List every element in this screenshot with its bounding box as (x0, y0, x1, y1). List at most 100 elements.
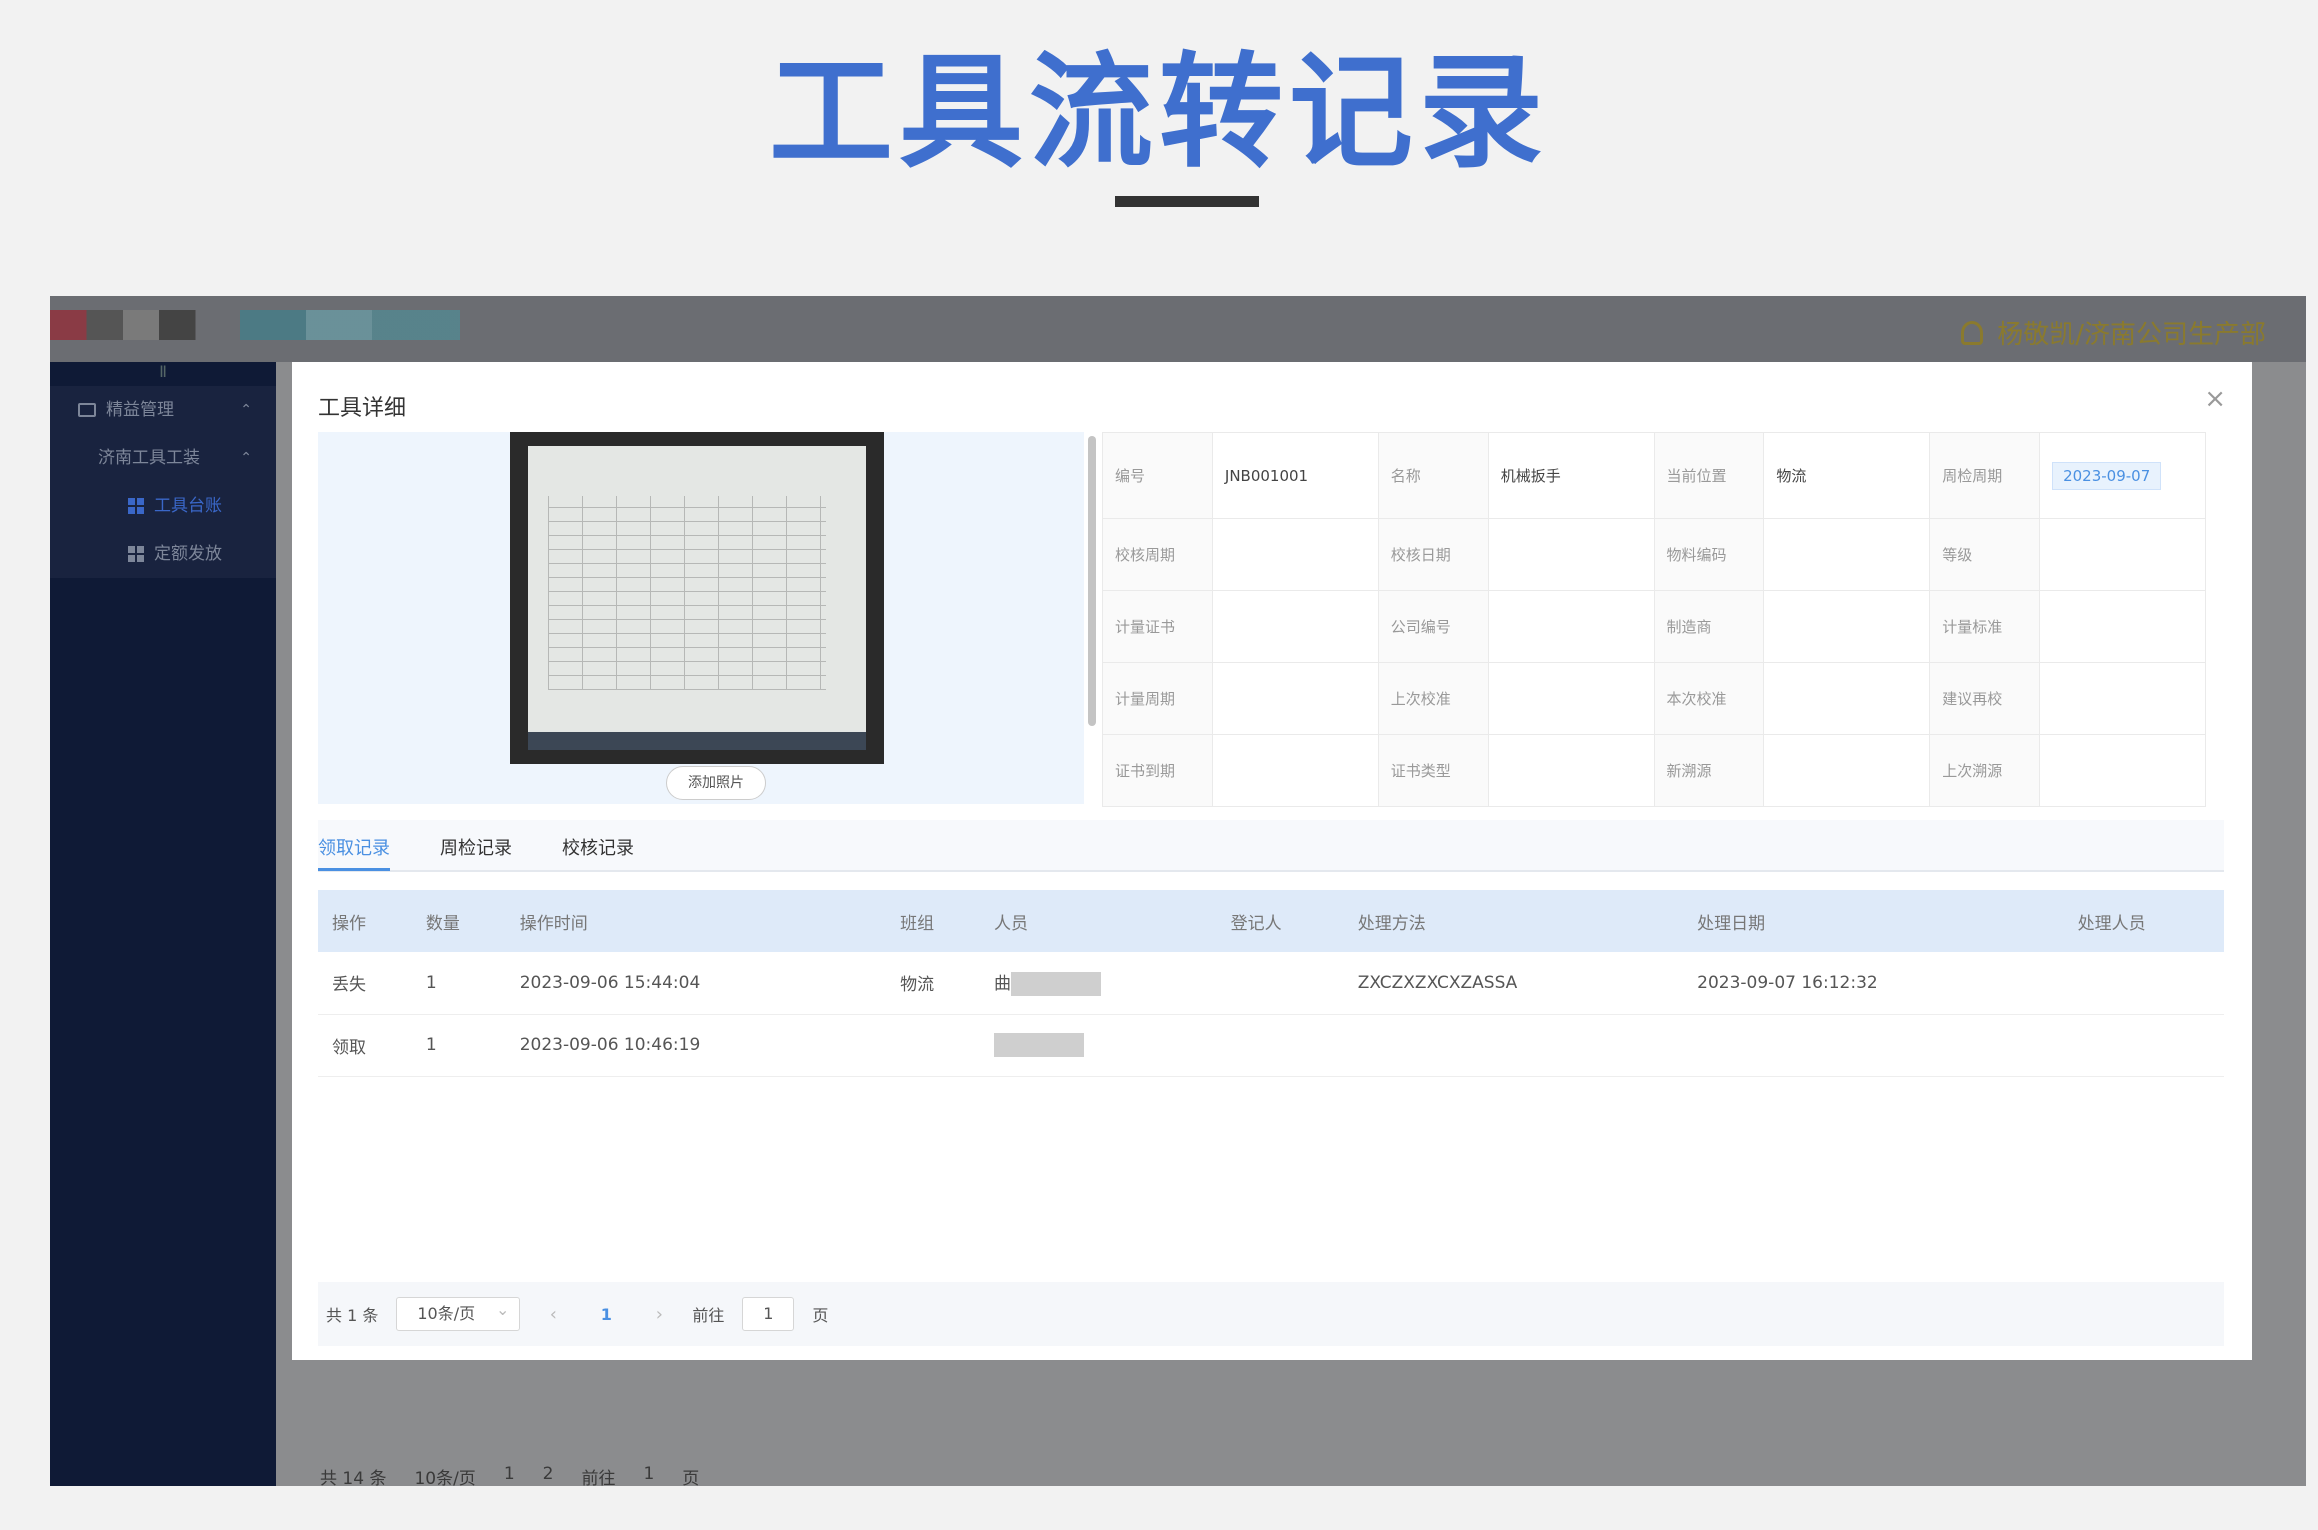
table-cell: 物流 (886, 952, 981, 1015)
cell-text: ZXCZXZXCXZASSA (1357, 972, 1518, 993)
info-value (1211, 734, 1379, 807)
hero-divider (1115, 196, 1259, 207)
cell-text: 领取 (332, 1037, 366, 1058)
user-menu[interactable]: 杨敬凯/济南公司生产部 (1961, 314, 2266, 351)
info-label: 校核日期 (1377, 518, 1489, 591)
cell-text: 1 (425, 1035, 437, 1055)
hero-title: 工具流转记录 (768, 41, 1549, 185)
cell-text: 曲 (994, 974, 1012, 995)
info-label: 计量证书 (1102, 590, 1213, 663)
sidebar-item-label: 工具台账 (154, 496, 222, 516)
info-value (1487, 590, 1655, 663)
bg-total: 共 14 条 (320, 1469, 387, 1486)
record-tabs: 领取记录 周检记录 校核记录 (318, 820, 2224, 872)
bg-page-1: 1 (503, 1464, 515, 1484)
tab-verification-records[interactable]: 校核记录 (562, 834, 634, 860)
column-header: 班组 (886, 890, 981, 952)
bg-page-unit: 页 (682, 1469, 700, 1486)
cell-text: 2023-09-07 16:12:32 (1697, 972, 1878, 993)
table-cell (1216, 952, 1344, 1015)
table-cell: 2023-09-06 10:46:19 (505, 1014, 887, 1077)
close-icon[interactable]: × (2204, 384, 2226, 414)
sidebar-item-lean[interactable]: 精益管理 ⌃ (50, 386, 276, 434)
add-photo-button[interactable]: 添加照片 (666, 766, 766, 800)
table-cell (886, 1014, 981, 1077)
photo-panel: 添加照片 (318, 432, 1096, 804)
date-tag: 2023-09-07 (2052, 461, 2162, 490)
column-header: 数量 (411, 890, 506, 952)
column-header: 人员 (980, 890, 1217, 952)
info-value (1763, 662, 1931, 735)
info-label: 公司编号 (1377, 590, 1489, 663)
sidebar-item-quota[interactable]: 定额发放 (50, 530, 276, 578)
background-pagination: 共 14 条 10条/页 1 2 前往 1 页 (320, 1464, 699, 1486)
sidebar-item-jinan-tools[interactable]: 济南工具工装 ⌃ (50, 434, 276, 482)
table-cell: 曲 (980, 952, 1217, 1015)
info-label: 证书类型 (1377, 734, 1489, 807)
chevron-up-icon: ⌃ (240, 402, 252, 418)
info-value (1211, 590, 1379, 663)
photo-taskbar (528, 732, 866, 750)
info-label: 计量周期 (1102, 662, 1213, 735)
table-row[interactable]: 领取 1 2023-09-06 10:46:19 (318, 1014, 2224, 1077)
chevron-up-icon: ⌃ (240, 450, 252, 466)
table-cell: 丢失 (318, 952, 412, 1015)
info-label: 上次溯源 (1929, 734, 2041, 807)
column-header: 登记人 (1216, 890, 1344, 952)
sidebar-item-tool-ledger[interactable]: 工具台账 (50, 482, 276, 530)
photo-table-lines (548, 496, 826, 690)
table-row[interactable]: 丢失 1 2023-09-06 15:44:04 物流 曲 ZXCZXZXCXZASSA 2… (318, 952, 2224, 1015)
tab-weekly-check-records[interactable]: 周检记录 (440, 834, 512, 860)
logo-text (240, 310, 460, 340)
user-icon (1961, 320, 1984, 345)
photo-scrollbar[interactable] (1088, 436, 1096, 726)
sidebar-collapse-handle[interactable]: Ⅱ (50, 362, 276, 386)
sidebar-item-label: 精益管理 (106, 400, 174, 420)
page-size-select[interactable]: 10条/页 (396, 1294, 521, 1331)
table-cell: ZXCZXZXCXZASSA (1343, 952, 1684, 1015)
info-value (1487, 518, 1655, 591)
tool-photo[interactable] (510, 432, 884, 764)
info-label: 建议再校 (1929, 662, 2041, 735)
info-row: 编号 JNB001001 名称 机械扳手 当前位置 物流 周检周期 2023-09-07 (1102, 432, 2206, 519)
column-header: 处理人员 (2063, 890, 2224, 952)
info-value (1487, 734, 1655, 807)
grid-icon (128, 498, 144, 514)
info-value (1763, 518, 1931, 591)
grid-icon (128, 546, 144, 562)
redacted-block (994, 1033, 1085, 1057)
info-value: JNB001001 (1211, 432, 1379, 519)
sidebar-item-label: 济南工具工装 (98, 448, 200, 468)
info-label: 周检周期 (1929, 432, 2041, 519)
info-row: 证书到期 证书类型 新溯源 上次溯源 (1102, 734, 2206, 807)
sidebar: Ⅱ 精益管理 ⌃ 济南工具工装 ⌃ 工具台账 定额发放 (50, 362, 276, 1486)
table-cell: 1 (411, 952, 506, 1015)
cell-text: 1 (425, 972, 437, 993)
table-cell (1683, 1014, 2064, 1077)
goto-page-input[interactable]: 1 (742, 1297, 795, 1331)
table-cell (2063, 1014, 2224, 1077)
active-tab-indicator (318, 868, 390, 871)
table-cell: 2023-09-06 15:44:04 (505, 952, 887, 1015)
cell-text: 2023-09-06 10:46:19 (519, 1035, 701, 1055)
sidebar-item-label: 定额发放 (154, 544, 222, 564)
column-header: 处理日期 (1683, 890, 2064, 952)
records-table: 操作 数量 操作时间 班组 人员 登记人 处理方法 处理日期 处理人员 丢失 1 2023-09-0… (318, 890, 2224, 1077)
cell-text: 2023-09-06 15:44:04 (519, 972, 701, 993)
next-page-icon[interactable]: › (644, 1304, 674, 1325)
prev-page-icon[interactable]: ‹ (538, 1304, 568, 1325)
info-value: 机械扳手 (1487, 432, 1655, 519)
bg-goto-value: 1 (643, 1464, 655, 1484)
column-header: 操作 (318, 890, 412, 952)
table-cell (1216, 1014, 1344, 1077)
box-icon (78, 403, 96, 417)
info-label: 等级 (1929, 518, 2041, 591)
info-row: 计量证书 公司编号 制造商 计量标准 (1102, 590, 2206, 663)
tab-receive-records[interactable]: 领取记录 (318, 834, 390, 860)
info-label: 校核周期 (1102, 518, 1213, 591)
info-value (1763, 734, 1931, 807)
info-value (2039, 518, 2206, 591)
bg-page-2: 2 (542, 1464, 554, 1484)
cell-text: 物流 (900, 975, 935, 996)
page-number-current[interactable]: 1 (586, 1305, 626, 1324)
